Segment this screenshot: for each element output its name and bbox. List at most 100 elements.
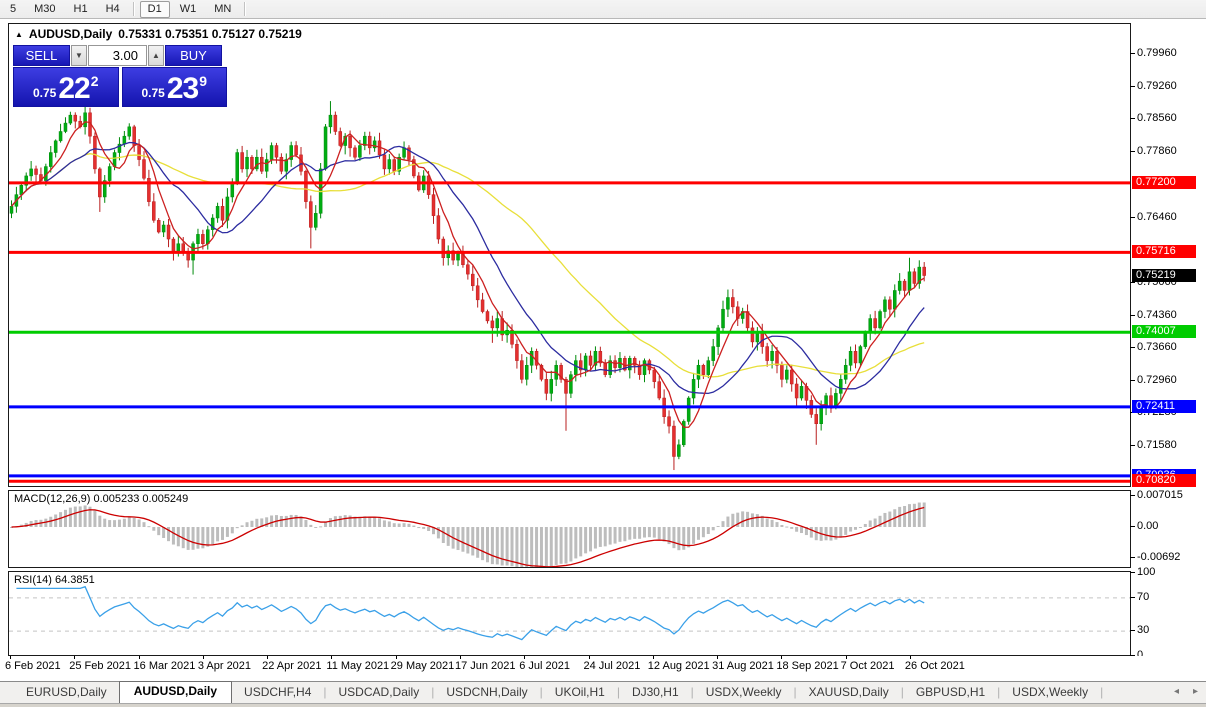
timeframe-button-h4[interactable]: H4	[98, 1, 128, 18]
date-tick-mark	[588, 656, 590, 659]
window-bottom-edge	[0, 703, 1206, 707]
price-tick-label: 0.79260	[1137, 79, 1177, 92]
price-level-marker-resistance-0772: 0.77200	[1132, 175, 1196, 189]
price-axis[interactable]: 0.79960 0.79260 0.78560 0.77860 0.76460 0.750…	[1130, 19, 1206, 680]
date-tick-mark	[10, 656, 11, 659]
timeframe-button-w1[interactable]: W1	[172, 1, 205, 18]
spin-down-icon: ▼	[75, 51, 83, 60]
date-label: 18 Sep 2021	[776, 660, 839, 672]
axis-tick-mark	[1130, 282, 1135, 283]
tab-scroll-arrows: ◂ ▸	[1174, 686, 1198, 697]
chart-tab-usdcnh[interactable]: USDCNH,Daily	[434, 683, 539, 703]
axis-tick-mark	[1130, 494, 1135, 496]
chart-tab-usdx[interactable]: USDX,Weekly	[694, 683, 794, 703]
volume-input[interactable]: 3.00	[88, 45, 147, 66]
date-tick-mark	[138, 656, 140, 659]
rsi-label: RSI(14) 64.3851	[14, 574, 95, 586]
chart-title: ▲ AUDUSD,Daily 0.75331 0.75351 0.75127 0…	[15, 27, 302, 41]
axis-tick-mark	[1130, 380, 1135, 382]
toolbar-separator	[132, 2, 135, 16]
current-price-marker: 0.75219	[1132, 268, 1196, 282]
toolbar-separator	[244, 2, 247, 16]
tab-separator: |	[1100, 684, 1104, 699]
axis-tick-mark	[1130, 151, 1135, 153]
one-click-trading-panel: SELL ▼ 3.00 ▲ BUY 0.75 22 2 0.75 23 9	[13, 45, 227, 107]
price-level-marker-support-070820: 0.70820	[1132, 474, 1196, 488]
chart-tab-usdx-2[interactable]: USDX,Weekly	[1000, 683, 1100, 703]
date-tick-mark	[267, 656, 269, 659]
price-tick-label: 0.72960	[1137, 374, 1177, 387]
chart-tab-ukoil[interactable]: UKOil,H1	[543, 683, 617, 703]
date-label: 22 Apr 2021	[262, 660, 322, 672]
date-label: 3 Apr 2021	[197, 660, 252, 672]
axis-tick-mark	[1130, 314, 1135, 316]
date-tick-mark	[909, 656, 911, 659]
sell-button[interactable]: SELL	[13, 45, 70, 66]
buy-button[interactable]: BUY	[165, 45, 222, 66]
macd-panel[interactable]: MACD(12,26,9) 0.005233 0.005249	[8, 490, 1131, 568]
chart-symbol-label: AUDUSD,Daily	[28, 27, 113, 41]
chart-tab-usdchf[interactable]: USDCHF,H4	[232, 683, 323, 703]
sell-price-prefix: 0.75	[32, 86, 57, 100]
price-chart-panel[interactable]: ▲ AUDUSD,Daily 0.75331 0.75351 0.75127 0…	[8, 23, 1131, 487]
axis-tick-mark	[1130, 216, 1135, 218]
buy-price-main: 23	[166, 72, 199, 105]
axis-tick-mark	[1130, 52, 1135, 54]
timeframe-button-d1[interactable]: D1	[139, 0, 170, 18]
macd-axis-label: -0.00692	[1137, 551, 1181, 563]
date-axis[interactable]: 6 Feb 2021 25 Feb 2021 16 Mar 2021 3 Apr 20…	[0, 656, 1206, 681]
tab-scroll-right-icon[interactable]: ▸	[1193, 686, 1198, 697]
macd-histogram	[10, 502, 926, 567]
price-level-marker-support-074007: 0.74007	[1132, 325, 1196, 339]
axis-tick-mark	[1130, 630, 1135, 632]
buy-price-box[interactable]: 0.75 23 9	[121, 67, 227, 107]
rsi-canvas	[9, 585, 1130, 641]
timeframe-button-mn[interactable]: MN	[206, 1, 239, 18]
buy-price-pip: 9	[199, 73, 208, 89]
price-tick-label: 0.77860	[1137, 145, 1177, 158]
date-label: 11 May 2021	[326, 660, 390, 672]
chart-tab-eurusd[interactable]: EURUSD,Daily	[14, 683, 119, 703]
date-tick-mark	[781, 656, 783, 659]
date-label: 7 Oct 2021	[840, 660, 895, 672]
date-tick-mark	[331, 656, 333, 659]
volume-increase-button[interactable]: ▲	[148, 45, 164, 66]
volume-decrease-button[interactable]: ▼	[71, 45, 87, 66]
chart-tab-usdcad[interactable]: USDCAD,Daily	[327, 683, 432, 703]
timeframe-button-5[interactable]: 5	[2, 1, 24, 18]
rsi-panel[interactable]: RSI(14) 64.3851	[8, 571, 1131, 656]
date-label: 6 Feb 2021	[5, 660, 61, 672]
sell-price-box[interactable]: 0.75 22 2	[13, 67, 119, 107]
macd-label: MACD(12,26,9) 0.005233 0.005249	[14, 493, 189, 505]
rsi-line	[16, 585, 925, 641]
axis-tick-mark	[1130, 596, 1135, 598]
date-label: 29 May 2021	[390, 660, 455, 672]
date-label: 16 Mar 2021	[133, 660, 196, 672]
sell-price-main: 22	[58, 72, 90, 105]
date-label: 17 Jun 2021	[454, 660, 516, 672]
timeframe-button-m30[interactable]: M30	[26, 1, 63, 18]
chart-tab-xauusd[interactable]: XAUUSD,Daily	[797, 683, 901, 703]
axis-tick-mark	[1130, 85, 1135, 87]
price-level-marker-resistance-075716: 0.75716	[1132, 245, 1196, 259]
chart-tabs-bar: EURUSD,Daily AUDUSD,Daily USDCHF,H4 | USDCAD…	[0, 681, 1206, 703]
date-label: 24 Jul 2021	[583, 660, 641, 672]
chart-tab-gbpusd[interactable]: GBPUSD,H1	[904, 683, 997, 703]
chart-tab-audusd[interactable]: AUDUSD,Daily	[118, 681, 233, 703]
axis-tick-mark	[1130, 557, 1135, 558]
date-label: 25 Feb 2021	[69, 660, 132, 672]
macd-axis-label: 0.007015	[1137, 488, 1183, 501]
date-label: 26 Oct 2021	[904, 660, 965, 672]
date-label: 6 Jul 2021	[519, 660, 570, 672]
date-tick-mark	[74, 656, 76, 659]
timeframe-button-h1[interactable]: H1	[66, 1, 96, 18]
collapse-arrow-icon[interactable]: ▲	[15, 30, 23, 39]
tab-scroll-left-icon[interactable]: ◂	[1174, 686, 1179, 697]
date-label: 12 Aug 2021	[647, 660, 710, 672]
chart-tab-dj30[interactable]: DJ30,H1	[620, 683, 691, 703]
spin-up-icon: ▲	[152, 51, 160, 60]
price-tick-label: 0.71580	[1137, 438, 1177, 451]
date-tick-mark	[524, 656, 526, 659]
date-label: 31 Aug 2021	[712, 660, 774, 672]
rsi-axis-label: 30	[1137, 624, 1150, 637]
